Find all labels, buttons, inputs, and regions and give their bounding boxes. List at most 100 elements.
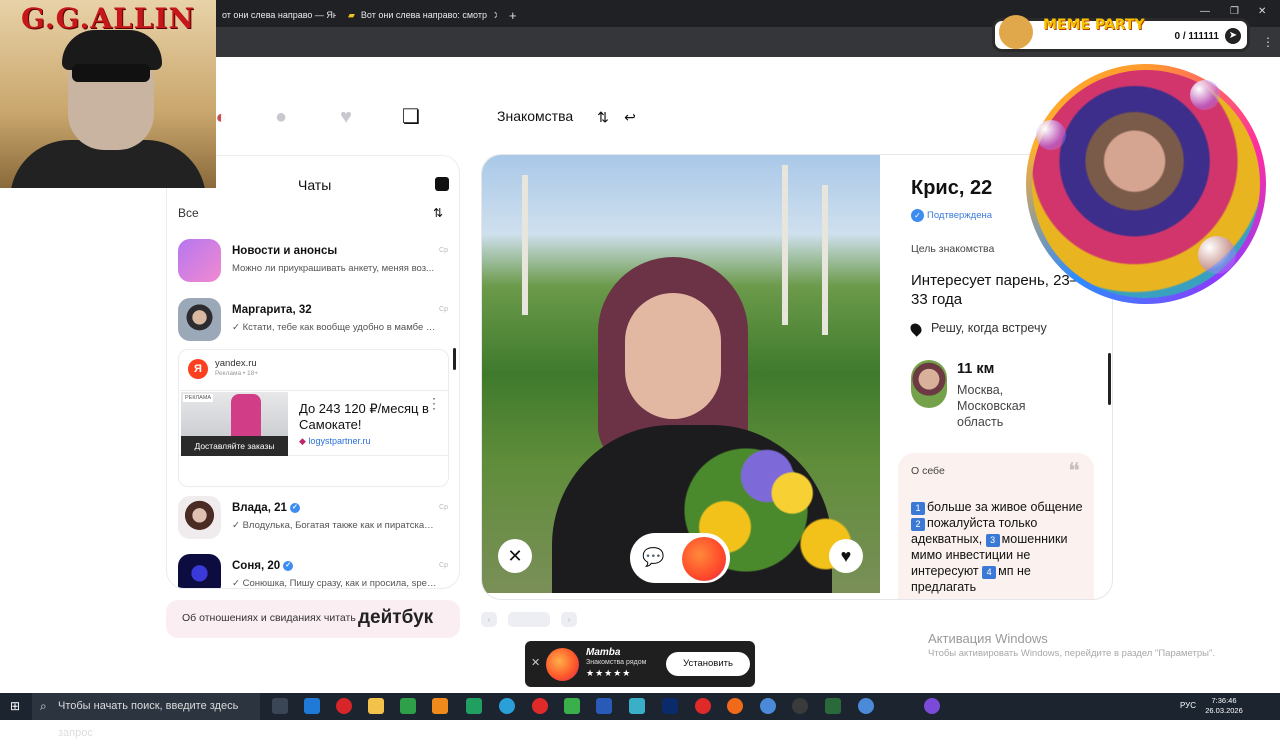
avatar <box>178 298 221 341</box>
chat-item[interactable]: Новости и анонсы Можно ли приукрашивать … <box>178 239 448 287</box>
city: Москва, Московская область <box>957 383 1026 429</box>
likes-icon[interactable]: ♥ <box>335 106 357 128</box>
bubble <box>1036 120 1066 150</box>
taskbar-search[interactable]: Чтобы начать поиск, введите здесь запрос <box>32 693 260 739</box>
browser-tab[interactable]: ▰ Вот они слева направо: смотр ✕ <box>342 4 497 26</box>
tree-trunk <box>822 185 828 335</box>
app-icon[interactable] <box>924 698 940 714</box>
filter-icon[interactable]: ⇅ <box>592 106 614 128</box>
meme-party-label: MEME PARTY <box>1043 17 1145 33</box>
super-like-button[interactable] <box>682 537 726 581</box>
ad-domain: yandex.ru <box>215 358 257 369</box>
task-view-icon[interactable] <box>272 698 288 714</box>
install-button[interactable]: Установить <box>666 652 750 676</box>
app-icon[interactable] <box>532 698 548 714</box>
ad-card[interactable]: РЕКЛАМА Доставляйте заказы До 243 120 ₽/… <box>180 390 449 456</box>
chat-time: Ср <box>439 504 448 511</box>
chat-name-text: Соня, 20 <box>232 560 281 572</box>
new-tab-button[interactable]: + <box>503 4 523 26</box>
cards-icon[interactable]: ❏ <box>400 106 422 128</box>
chat-item[interactable]: Соня, 20 ✓ ✓ Сонюшка, Пишу сразу, как и п… <box>178 554 448 588</box>
datebook-text: Об отношениях и свиданиях читать <box>182 612 356 624</box>
undo-icon[interactable]: ↩ <box>619 106 641 128</box>
explorer-icon[interactable] <box>368 698 384 714</box>
firefox-icon[interactable] <box>727 698 743 714</box>
close-icon[interactable]: ✕ <box>531 656 540 669</box>
pager-indicator <box>508 612 550 627</box>
opera-icon[interactable] <box>336 698 352 714</box>
menu-icon[interactable]: ⋮ <box>1262 35 1274 49</box>
app-icon[interactable] <box>564 698 580 714</box>
like-button[interactable]: ♥ <box>829 539 863 573</box>
app-icon[interactable] <box>629 698 645 714</box>
ad-link[interactable]: ◆ logystpartner.ru <box>299 436 370 447</box>
datebook-logo[interactable]: дейтбук <box>358 607 433 629</box>
meme-count: 0 / 111111 <box>1174 31 1219 42</box>
about-part: больше за живое общение <box>927 500 1083 514</box>
date: 26.03.2026 <box>1205 706 1243 715</box>
app-icon[interactable] <box>304 698 320 714</box>
scrollbar[interactable] <box>1108 353 1111 405</box>
mamba-app-banner: ✕ Mamba Знакомства рядом ★★★★★ Установит… <box>525 641 755 687</box>
chats-filter[interactable]: Все <box>178 206 199 220</box>
about-text: 1 больше за живое общение 2 пожалуйста тол… <box>911 499 1087 595</box>
chrome-icon[interactable] <box>760 698 776 714</box>
new-chat-icon[interactable] <box>435 177 449 191</box>
number-badge: 3 <box>985 534 1000 547</box>
clock[interactable]: 7:36:46 26.03.2026 <box>1204 696 1244 716</box>
restore-button[interactable]: ❐ <box>1230 6 1239 17</box>
verified-icon: ✓ <box>289 502 300 513</box>
number-badge: 4 <box>982 566 997 579</box>
page-title[interactable]: Знакомства <box>497 108 573 124</box>
tab-title: Вот они слева направо: смотр <box>360 10 487 20</box>
app-icon[interactable] <box>400 698 416 714</box>
rating-stars: ★★★★★ <box>586 668 632 678</box>
next-button[interactable]: › <box>561 612 577 627</box>
tab-title: от они слева направо — Янд <box>222 10 336 20</box>
chats-panel: Чаты Все ⇅ Новости и анонсы Можно ли при… <box>166 155 460 589</box>
ad-cta-button[interactable]: Доставляйте заказы <box>181 436 288 456</box>
chat-icon[interactable]: 💬 <box>642 547 664 568</box>
number-badge: 1 <box>911 502 925 515</box>
mini-avatar <box>911 360 947 408</box>
close-window-button[interactable]: ✕ <box>1258 6 1266 17</box>
app-icon[interactable] <box>825 698 841 714</box>
favicon-icon: ▰ <box>348 9 355 20</box>
about-label: О себе <box>911 465 945 477</box>
search-icon[interactable]: ● <box>270 106 292 128</box>
telegram-icon[interactable] <box>499 698 515 714</box>
ad-link-text[interactable]: logystpartner.ru <box>308 436 370 446</box>
gg-allin-overlay: G.G.ALLIN <box>0 0 216 188</box>
dislike-button[interactable]: ✕ <box>498 539 532 573</box>
overlay-glasses <box>72 64 150 82</box>
app-icon[interactable] <box>466 698 482 714</box>
language-indicator[interactable]: РУС <box>1180 701 1196 710</box>
yandex-icon[interactable] <box>695 698 711 714</box>
windows-start-icon[interactable]: ⊞ <box>10 700 23 713</box>
meet-value: Решу, когда встречу <box>931 321 1047 335</box>
profile-photo[interactable]: ✕ 💬 ♥ <box>482 155 880 593</box>
app-icon[interactable] <box>792 698 808 714</box>
chat-time: Ср <box>439 247 448 254</box>
more-icon[interactable]: ⋮ <box>427 395 441 412</box>
photoshop-icon[interactable] <box>662 698 678 714</box>
tree-trunk <box>522 175 528 315</box>
chat-time: Ср <box>439 306 448 313</box>
minimize-button[interactable]: — <box>1200 6 1210 17</box>
chrome-icon[interactable] <box>858 698 874 714</box>
vlc-icon[interactable] <box>432 698 448 714</box>
close-tab-icon[interactable]: ✕ <box>493 9 497 22</box>
chat-preview: ✓ Кстати, тебе как вообще удобно в мамбе… <box>232 322 437 333</box>
profile-card: ✕ 💬 ♥ Крис, 22 ✓ Подтверждена Цель знаком… <box>481 154 1113 600</box>
meme-party-widget: MEME PARTY 0 / 111111 ➤ <box>992 15 1250 52</box>
chat-item[interactable]: Влада, 21 ✓ ✓ Влодулька, Богатая также ка… <box>178 496 448 544</box>
datebook-banner[interactable]: Об отношениях и свиданиях читать дейтбук <box>166 600 460 638</box>
goal-label: Цель знакомства <box>911 243 995 255</box>
prev-button[interactable]: ‹ <box>481 612 497 627</box>
ad-block[interactable]: Я yandex.ru Реклама • 18+ РЕКЛАМА Достав… <box>178 349 449 487</box>
sort-icon[interactable]: ⇅ <box>433 206 443 220</box>
chat-item[interactable]: Маргарита, 32 ✓ Кстати, тебе как вообще … <box>178 298 448 346</box>
browser-tab[interactable]: от они слева направо — Янд✕ <box>216 4 336 26</box>
scrollbar[interactable] <box>453 348 456 370</box>
word-icon[interactable] <box>596 698 612 714</box>
